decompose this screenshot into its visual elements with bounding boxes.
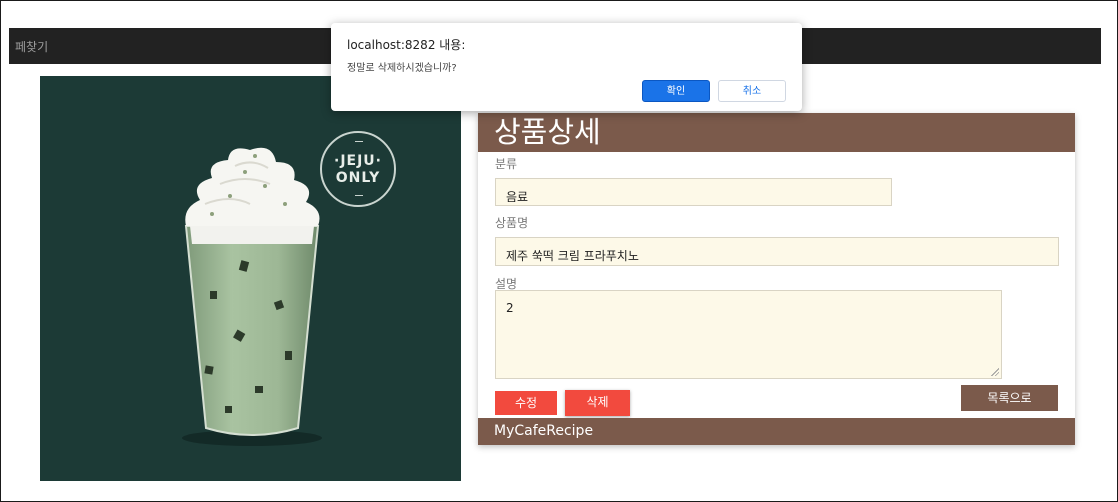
description-textarea[interactable]: 2 [495, 290, 1002, 379]
badge-divider [355, 141, 363, 142]
edit-button[interactable]: 수정 [495, 391, 557, 415]
navbar-link[interactable]: 페찾기 [15, 38, 48, 55]
card-footer: MyCafeRecipe [478, 418, 1075, 445]
jeju-only-badge: ·JEJU· ONLY [320, 131, 396, 207]
dialog-cancel-button[interactable]: 취소 [718, 80, 786, 102]
card-header: 상품상세 [478, 113, 1075, 152]
name-label: 상품명 [495, 216, 529, 230]
dialog-ok-button[interactable]: 확인 [642, 80, 710, 102]
dialog-message: 정말로 삭제하시겠습니까? [347, 63, 457, 74]
category-field[interactable]: 음료 [495, 178, 892, 206]
delete-button[interactable]: 삭제 [565, 390, 630, 416]
description-value: 2 [506, 301, 514, 315]
product-detail-card: 상품상세 분류 음료 상품명 제주 쑥떡 크림 프라푸치노 설명 2 수정 삭제… [478, 113, 1075, 445]
badge-line1: ·JEJU· [334, 153, 382, 169]
dialog-title: localhost:8282 내용: [347, 38, 466, 52]
badge-line2: ONLY [335, 170, 381, 186]
category-label: 분류 [495, 157, 518, 171]
badge-divider [355, 195, 363, 196]
name-field[interactable]: 제주 쑥떡 크림 프라푸치노 [495, 237, 1059, 266]
page-title: 상품상세 [494, 115, 601, 149]
frappuccino-illustration [182, 147, 322, 446]
confirm-dialog: localhost:8282 내용: 정말로 삭제하시겠습니까? 확인 취소 [331, 23, 802, 111]
back-to-list-button[interactable]: 목록으로 [961, 385, 1058, 411]
product-image: ·JEJU· ONLY [40, 76, 461, 481]
resize-handle-icon[interactable] [991, 368, 999, 376]
footer-brand: MyCafeRecipe [494, 423, 594, 439]
